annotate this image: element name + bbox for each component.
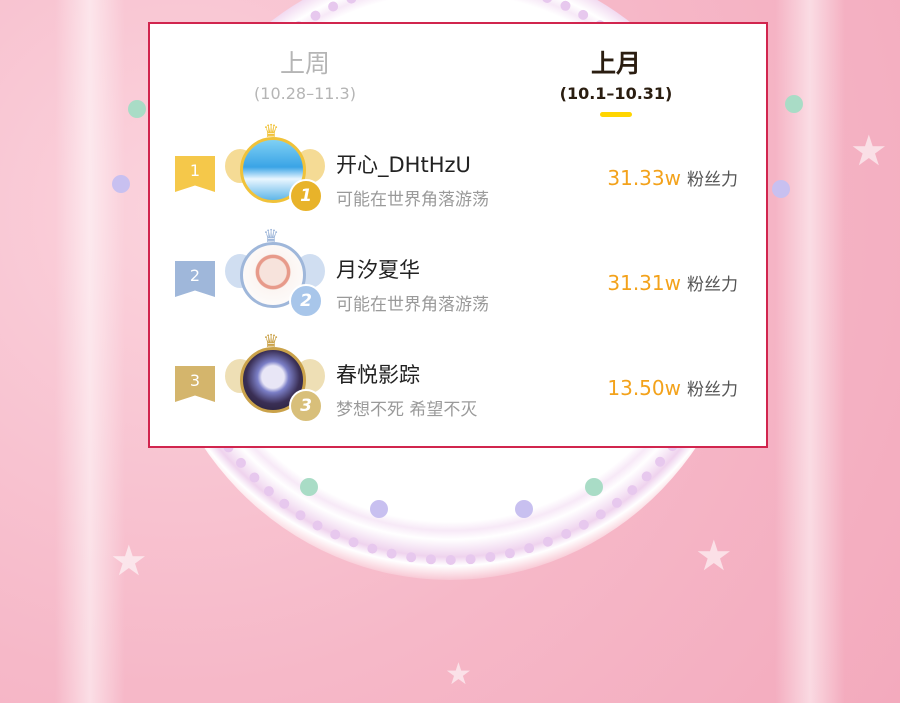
fan-power-score: 31.31w 粉丝力 — [607, 270, 738, 295]
leaderboard-card: 上周 (10.28–11.3) 上月 (10.1–10.31) 1 ♛ 1 开心… — [148, 22, 768, 448]
score-value: 31.31w — [607, 271, 681, 295]
crown-icon: ♛ — [263, 121, 280, 142]
crown-icon: ♛ — [263, 331, 280, 352]
tab-last-week[interactable]: 上周 (10.28–11.3) — [205, 44, 405, 103]
score-value: 13.50w — [607, 376, 681, 400]
ranking-row[interactable]: 3 ♛ 3 春悦影踪 梦想不死 希望不灭 13.50w 粉丝力 — [150, 333, 766, 429]
ranking-row[interactable]: 2 ♛ 2 月汐夏华 可能在世界角落游荡 31.31w 粉丝力 — [150, 228, 766, 324]
leaf-decoration — [785, 95, 803, 113]
user-name[interactable]: 月汐夏华 — [336, 254, 420, 284]
rank-flag: 1 — [175, 156, 215, 192]
flower-decoration — [515, 500, 533, 518]
flower-decoration — [112, 175, 130, 193]
score-unit: 粉丝力 — [687, 170, 738, 190]
star-decoration: ★ — [110, 536, 148, 585]
user-motto: 梦想不死 希望不灭 — [336, 400, 478, 420]
score-value: 31.33w — [607, 166, 681, 190]
star-decoration: ★ — [445, 657, 472, 692]
user-motto: 可能在世界角落游荡 — [336, 190, 489, 210]
tab-date-range: (10.28–11.3) — [254, 84, 356, 103]
avatar-frame: ♛ 1 — [225, 123, 325, 219]
user-motto: 可能在世界角落游荡 — [336, 295, 489, 315]
rank-medal: 3 — [289, 389, 323, 423]
flower-decoration — [370, 500, 388, 518]
active-tab-indicator — [600, 112, 632, 117]
background-ribbon-left — [55, 0, 125, 703]
rank-flag: 2 — [175, 261, 215, 297]
fan-power-score: 31.33w 粉丝力 — [607, 165, 738, 190]
rank-medal: 2 — [289, 284, 323, 318]
user-name[interactable]: 开心_DHtHzU — [336, 149, 471, 179]
user-name[interactable]: 春悦影踪 — [336, 359, 420, 389]
flower-decoration — [772, 180, 790, 198]
leaf-decoration — [585, 478, 603, 496]
tab-title: 上周 — [279, 49, 330, 78]
rank-flag: 3 — [175, 366, 215, 402]
avatar-frame: ♛ 3 — [225, 333, 325, 429]
score-unit: 粉丝力 — [687, 380, 738, 400]
crown-icon: ♛ — [263, 226, 280, 247]
tab-last-month[interactable]: 上月 (10.1–10.31) — [516, 44, 716, 103]
fan-power-score: 13.50w 粉丝力 — [607, 375, 738, 400]
ranking-row[interactable]: 1 ♛ 1 开心_DHtHzU 可能在世界角落游荡 31.33w 粉丝力 — [150, 123, 766, 219]
leaf-decoration — [128, 100, 146, 118]
star-decoration: ★ — [850, 126, 888, 175]
avatar-frame: ♛ 2 — [225, 228, 325, 324]
tab-date-range: (10.1–10.31) — [559, 84, 673, 103]
star-decoration: ★ — [695, 531, 733, 580]
score-unit: 粉丝力 — [687, 275, 738, 295]
rank-medal: 1 — [289, 179, 323, 213]
leaf-decoration — [300, 478, 318, 496]
tab-title: 上月 — [590, 49, 641, 78]
